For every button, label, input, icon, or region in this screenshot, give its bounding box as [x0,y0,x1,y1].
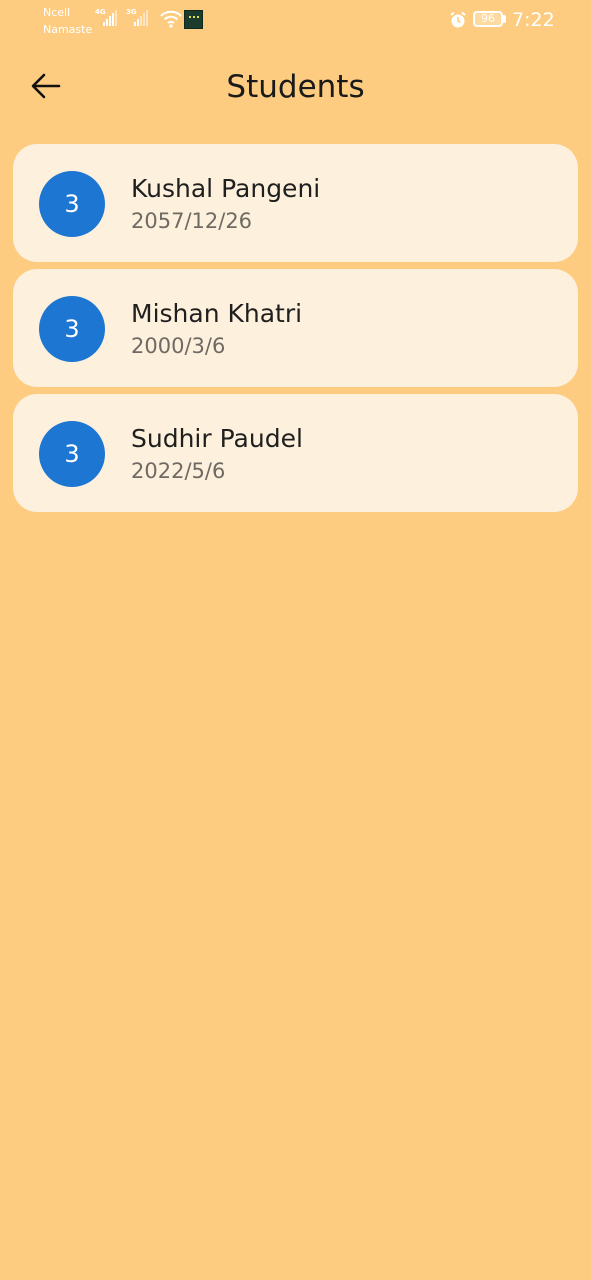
student-list: 3 Kushal Pangeni 2057/12/26 3 Mishan Kha… [13,144,578,519]
app-notification-icon [184,10,203,29]
battery-icon: 96 [473,11,503,27]
network-type-1: 4G [95,8,106,16]
page-title: Students [226,69,365,105]
student-name: Kushal Pangeni [131,174,321,203]
battery-tip [503,15,506,23]
student-list-item[interactable]: 3 Kushal Pangeni 2057/12/26 [13,144,578,262]
student-list-item[interactable]: 3 Mishan Khatri 2000/3/6 [13,269,578,387]
network-type-2: 3G [126,8,137,16]
student-date: 2057/12/26 [131,209,253,233]
student-name: Sudhir Paudel [131,424,303,453]
wifi-icon [160,10,182,28]
cell-signal-1-icon: 4G [95,8,117,26]
carrier-line-2: Namaste [43,23,93,36]
status-bar: Ncell Namaste 4G 3G 96 7:22 [0,0,591,44]
cell-signal-2-icon: 3G [126,8,148,26]
status-time: 7:22 [512,9,555,31]
alarm-icon [450,11,466,28]
carrier-label: Ncell Namaste [43,4,92,38]
avatar: 3 [39,171,105,237]
student-date: 2000/3/6 [131,334,226,358]
carrier-line-1: Ncell [43,6,71,19]
student-list-item[interactable]: 3 Sudhir Paudel 2022/5/6 [13,394,578,512]
avatar: 3 [39,421,105,487]
avatar: 3 [39,296,105,362]
student-date: 2022/5/6 [131,459,226,483]
student-name: Mishan Khatri [131,299,303,328]
